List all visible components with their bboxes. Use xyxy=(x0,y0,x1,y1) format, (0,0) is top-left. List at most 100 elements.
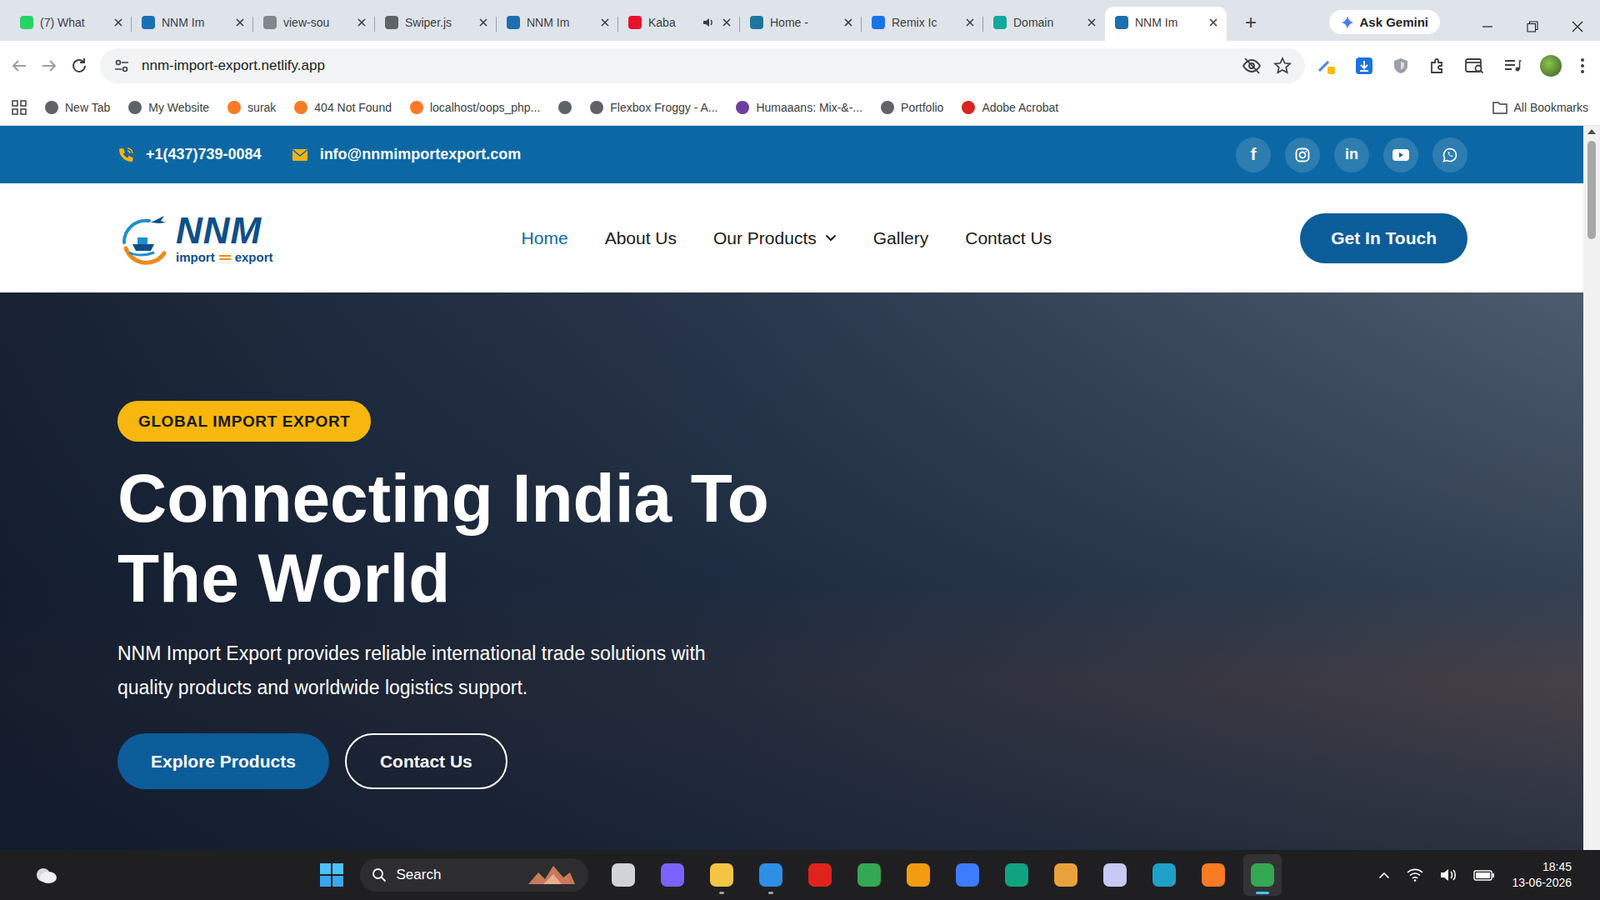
browser-tab[interactable]: NNM Im xyxy=(496,6,619,41)
browser-tab[interactable]: Kaba xyxy=(618,6,740,41)
nav-link[interactable]: Gallery xyxy=(873,228,930,249)
bookmarks-bar: New Tab My Website surak 404 Not Found local… xyxy=(0,90,1600,126)
eye-off-icon[interactable] xyxy=(1241,55,1262,76)
new-tab-button[interactable]: + xyxy=(1238,10,1264,35)
browser-tab[interactable]: NNM Im xyxy=(131,6,254,41)
explore-button[interactable]: Explore Products xyxy=(117,733,330,790)
bookmark[interactable]: localhost/oops_php... xyxy=(410,100,540,115)
back-icon[interactable] xyxy=(10,56,29,75)
start-icon[interactable] xyxy=(319,862,345,888)
taskbar-app[interactable] xyxy=(604,854,643,896)
close-icon[interactable] xyxy=(721,17,732,28)
minimize-icon[interactable] xyxy=(1481,20,1494,33)
reload-icon[interactable] xyxy=(70,56,89,75)
youtube-icon xyxy=(1392,149,1410,161)
bookmark[interactable]: Adobe Acrobat xyxy=(961,100,1059,115)
whatsapp-button[interactable] xyxy=(1432,137,1468,173)
battery-icon[interactable] xyxy=(1473,869,1495,881)
menu-icon[interactable] xyxy=(1580,57,1585,75)
instagram-button[interactable] xyxy=(1285,137,1320,173)
browser-tab[interactable]: Home - xyxy=(740,6,862,41)
taskbar-app[interactable] xyxy=(948,854,987,896)
bookmark[interactable]: New Tab xyxy=(45,100,110,115)
taskbar-app[interactable] xyxy=(800,854,840,896)
restore-icon[interactable] xyxy=(1526,20,1539,33)
logo[interactable]: NNMimportexport xyxy=(117,210,274,266)
profile-avatar[interactable] xyxy=(1540,55,1562,77)
linkedin-button[interactable]: in xyxy=(1334,137,1370,173)
extension-icon[interactable] xyxy=(1316,55,1337,76)
scroll-thumb[interactable] xyxy=(1587,140,1596,240)
linkedin-icon: in xyxy=(1345,145,1359,164)
contact-button[interactable]: Contact Us xyxy=(345,733,508,790)
bookmark[interactable]: Portfolio xyxy=(880,100,944,115)
bookmark-label: Flexbox Froggy - A... xyxy=(610,100,718,115)
youtube-button[interactable] xyxy=(1383,137,1419,173)
taskbar-app[interactable] xyxy=(751,854,790,896)
bookmark[interactable]: Humaaans: Mix-&-... xyxy=(735,100,863,115)
bookmark[interactable]: 404 Not Found xyxy=(294,100,392,115)
tab-search-icon[interactable] xyxy=(1465,56,1485,75)
close-icon[interactable] xyxy=(356,17,367,28)
url-text[interactable]: nnm-import-export.netlify.app xyxy=(141,57,1230,75)
media-icon[interactable] xyxy=(1503,56,1522,75)
bookmark-icon xyxy=(735,100,750,115)
chevron-up-icon[interactable] xyxy=(1378,871,1390,880)
download-icon[interactable] xyxy=(1355,56,1374,75)
volume-icon[interactable] xyxy=(1440,868,1457,882)
close-icon[interactable] xyxy=(600,17,610,28)
forward-icon[interactable] xyxy=(40,56,59,75)
nav-link[interactable]: Contact Us xyxy=(965,228,1052,249)
taskbar-app[interactable] xyxy=(1194,854,1233,896)
taskbar-app[interactable] xyxy=(1145,854,1184,896)
get-in-touch-button[interactable]: Get In Touch xyxy=(1300,213,1468,264)
shield-icon[interactable] xyxy=(1391,56,1410,75)
close-icon[interactable] xyxy=(843,17,854,28)
apps-grid-icon[interactable] xyxy=(11,100,27,115)
browser-tab[interactable]: Remix Ic xyxy=(861,6,984,41)
taskbar-search[interactable]: Search xyxy=(360,858,589,892)
email[interactable]: info@nnmimportexport.com xyxy=(291,145,522,164)
scrollbar[interactable] xyxy=(1583,125,1600,850)
bookmark[interactable]: Flexbox Froggy - A... xyxy=(590,100,718,115)
bookmark[interactable]: My Website xyxy=(128,100,210,115)
taskbar-app[interactable] xyxy=(850,854,889,896)
close-icon[interactable] xyxy=(235,17,245,28)
app-icon xyxy=(1201,863,1225,887)
browser-tab[interactable]: NNM Im xyxy=(1105,6,1227,41)
bookmark[interactable]: surak xyxy=(227,100,276,115)
weather-icon[interactable] xyxy=(33,865,59,885)
close-window-icon[interactable] xyxy=(1571,20,1584,33)
taskbar-app[interactable] xyxy=(997,854,1036,896)
clock[interactable]: 18:4513-06-2026 xyxy=(1511,859,1589,891)
close-icon[interactable] xyxy=(1086,17,1097,28)
search-label: Search xyxy=(396,866,517,884)
browser-tab[interactable]: (7) What xyxy=(10,6,132,41)
taskbar-app[interactable] xyxy=(1243,854,1282,896)
browser-tab[interactable]: Swiper.js xyxy=(375,6,497,41)
close-icon[interactable] xyxy=(965,17,975,28)
browser-tab[interactable]: Domain xyxy=(983,6,1105,41)
close-icon[interactable] xyxy=(113,17,124,28)
ask-gemini-button[interactable]: Ask Gemini xyxy=(1329,10,1440,35)
close-icon[interactable] xyxy=(1208,17,1219,28)
star-icon[interactable] xyxy=(1273,56,1292,75)
puzzle-icon[interactable] xyxy=(1428,56,1447,75)
all-bookmarks[interactable]: All Bookmarks xyxy=(1492,100,1589,115)
close-icon[interactable] xyxy=(478,17,489,28)
taskbar-app[interactable] xyxy=(653,854,692,896)
browser-tab[interactable]: view-sou xyxy=(253,6,375,41)
phone[interactable]: +1(437)739-0084 xyxy=(117,145,262,164)
nav-link[interactable]: Home xyxy=(521,228,569,249)
facebook-button[interactable]: f xyxy=(1235,137,1271,173)
nav-link[interactable]: About Us xyxy=(605,228,677,249)
taskbar-app[interactable] xyxy=(702,854,741,896)
bookmark[interactable] xyxy=(558,100,572,115)
wifi-icon[interactable] xyxy=(1406,868,1424,882)
page-content: +1(437)739-0084 info@nnmimportexport.com f… xyxy=(0,125,1584,850)
address-bar[interactable]: nnm-import-export.netlify.app xyxy=(100,48,1305,84)
nav-link[interactable]: Our Products xyxy=(713,228,837,249)
taskbar-app[interactable] xyxy=(1095,854,1135,896)
taskbar-app[interactable] xyxy=(899,854,938,896)
taskbar-app[interactable] xyxy=(1046,854,1085,896)
